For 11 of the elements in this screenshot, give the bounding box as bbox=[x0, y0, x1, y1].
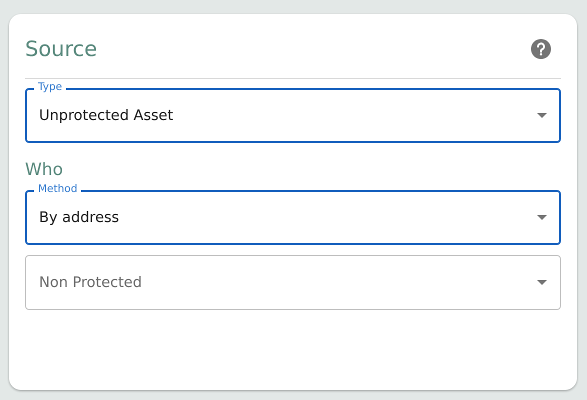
section-heading: Who bbox=[25, 160, 64, 180]
field-placeholder: Non Protected bbox=[39, 274, 142, 290]
field-value: Unprotected Asset bbox=[39, 108, 174, 124]
help-icon[interactable] bbox=[531, 39, 551, 59]
caret-icon bbox=[537, 215, 547, 220]
caret-icon bbox=[537, 113, 547, 118]
card-title: Source bbox=[25, 37, 98, 61]
caret-icon bbox=[537, 280, 547, 285]
select-field[interactable]: Non Protected bbox=[25, 255, 561, 310]
field-label: Type bbox=[34, 81, 66, 94]
field-value: By address bbox=[39, 210, 120, 226]
